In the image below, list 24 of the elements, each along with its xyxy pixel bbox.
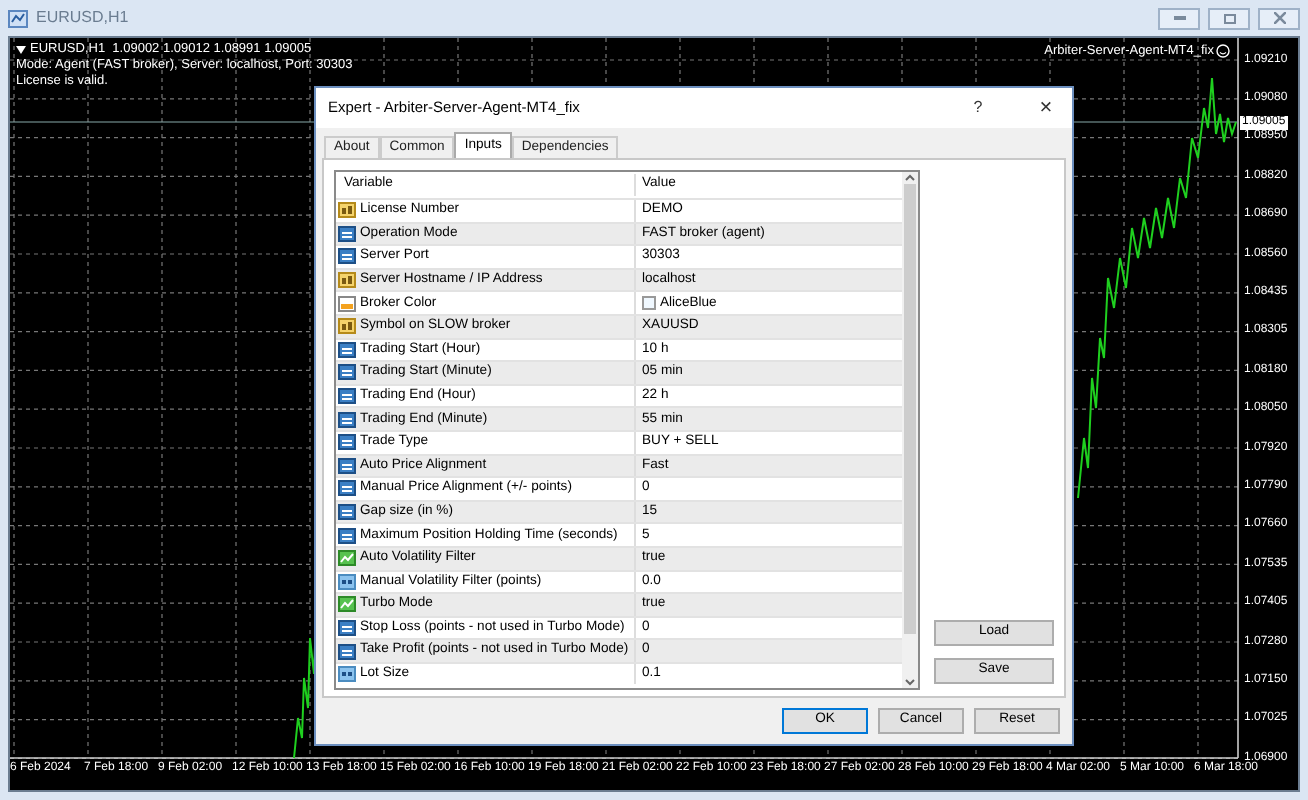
- minimize-button[interactable]: [1158, 7, 1200, 29]
- help-button[interactable]: ?: [964, 96, 992, 120]
- collapse-arrow-icon[interactable]: [16, 46, 26, 54]
- boolean-type-icon: [338, 596, 356, 613]
- string-type-icon: [338, 272, 356, 289]
- number-type-icon: [338, 364, 356, 381]
- scroll-up-icon[interactable]: [904, 172, 916, 184]
- maximize-button[interactable]: [1208, 7, 1250, 29]
- close-button[interactable]: ×: [1032, 91, 1060, 125]
- close-icon: [1273, 12, 1285, 24]
- scroll-down-icon[interactable]: [904, 676, 916, 688]
- minimize-icon: [1173, 16, 1185, 20]
- window-title: EURUSD,H1: [36, 6, 129, 30]
- chart-window-icon: [8, 9, 28, 27]
- close-button[interactable]: [1258, 7, 1300, 29]
- scrollbar[interactable]: [902, 172, 918, 688]
- string-type-icon: [338, 202, 356, 219]
- restore-icon: [1223, 13, 1235, 23]
- decimal-type-icon: [338, 666, 356, 683]
- decimal-type-icon: [338, 573, 356, 590]
- smiley-icon: [1216, 44, 1230, 59]
- string-type-icon: [338, 318, 356, 335]
- boolean-type-icon: [338, 550, 356, 567]
- color-swatch[interactable]: [642, 296, 656, 311]
